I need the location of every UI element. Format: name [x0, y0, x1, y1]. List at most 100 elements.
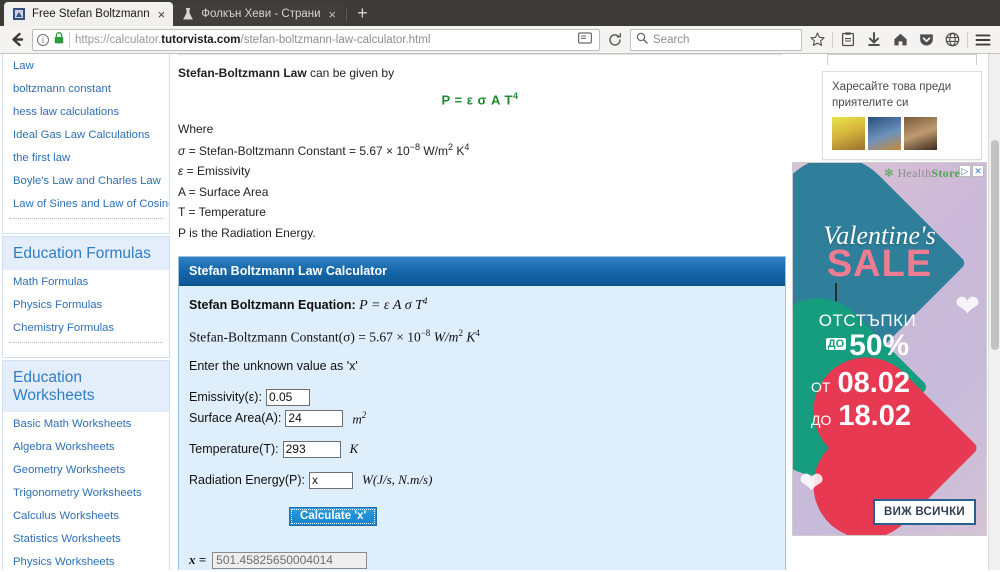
sidebar-item-geometry-worksheets[interactable]: Geometry Worksheets — [3, 458, 169, 481]
ad-info-icon[interactable]: ▷ — [959, 165, 971, 177]
sidebar-item-boltzmann-constant[interactable]: boltzmann constant — [3, 77, 169, 100]
surface-area-input[interactable] — [285, 409, 344, 427]
ad-brand-post: Store — [931, 166, 960, 180]
browser-window: Free Stefan Boltzmann × Фолкън Хеви - Ст… — [0, 0, 1000, 572]
emissivity-input[interactable] — [265, 388, 310, 406]
unit-exponent: 2 — [361, 409, 367, 420]
definition-power: P is the Radiation Energy. — [178, 225, 782, 242]
url-bar[interactable]: i https://calculator.tutorvista.com/stef… — [32, 28, 600, 51]
page-scrollbar[interactable] — [988, 54, 1000, 570]
temperature-unit: K — [349, 441, 359, 457]
definition-text: = Stefan-Boltzmann Constant = 5.67 × 10 — [185, 143, 410, 158]
calculator-hint: Enter the unknown value as 'x' — [189, 358, 358, 373]
article-body: Stefan-Boltzmann Law can be given by P =… — [178, 65, 782, 242]
url-divider — [69, 31, 70, 48]
definition-units: W/m — [420, 143, 448, 158]
calculator-button-row: Calculate 'x' — [189, 506, 775, 526]
tab-close-icon[interactable]: × — [156, 8, 168, 21]
radiation-energy-input[interactable] — [309, 471, 354, 489]
home-icon[interactable] — [889, 29, 911, 51]
sidebar-item-hess-law-calculations[interactable]: hess law calculations — [3, 100, 169, 123]
cupid-icon-bottom: ❤ — [799, 467, 825, 500]
ad-choices-valentine[interactable]: ▷ ✕ — [959, 165, 984, 177]
ad-close-icon[interactable]: ✕ — [972, 165, 984, 177]
calculator-result-row: x = — [189, 551, 775, 569]
facebook-like-widget[interactable]: Харесайте това преди приятелите си — [822, 71, 982, 161]
result-label: x = — [189, 552, 207, 568]
page-viewport: Law boltzmann constant hess law calculat… — [0, 54, 1000, 570]
temperature-input[interactable] — [282, 440, 341, 458]
navigation-toolbar: i https://calculator.tutorvista.com/stef… — [0, 26, 1000, 54]
back-button[interactable] — [6, 29, 28, 51]
search-icon — [636, 32, 648, 47]
right-rail: Харесайте това преди приятелите си ❄ Hea… — [792, 54, 1000, 570]
constant-units-2: K — [462, 329, 476, 345]
ad-date-from: ОТ 08.02 — [811, 367, 986, 400]
sidebar-item-law[interactable]: Law — [3, 54, 169, 77]
sidebar-heading-education-worksheets: Education Worksheets — [3, 361, 169, 412]
page-info-icon[interactable]: i — [37, 33, 49, 46]
url-scheme: https://calculator. — [75, 33, 162, 46]
definition-text: = Temperature — [185, 205, 266, 220]
downloads-icon[interactable] — [863, 29, 885, 51]
sidebar-item-physics-formulas[interactable]: Physics Formulas — [3, 293, 169, 316]
ad-cta-button[interactable]: ВИЖ ВСИЧКИ — [873, 499, 976, 525]
sidebar-item-basic-math-worksheets[interactable]: Basic Math Worksheets — [3, 412, 169, 435]
calculator-panel: Stefan Boltzmann Law Calculator Stefan B… — [178, 255, 786, 570]
definition-text: = Emissivity — [183, 164, 251, 179]
pocket-icon[interactable] — [915, 29, 937, 51]
ad-to-label: ДО — [811, 412, 832, 428]
field-row-surface-area: Surface Area(A): m2 — [189, 410, 775, 427]
temperature-label: Temperature(T): — [189, 442, 279, 457]
sidebar-item-algebra-worksheets[interactable]: Algebra Worksheets — [3, 435, 169, 458]
field-row-temperature: Temperature(T): K — [189, 440, 775, 458]
sidebar-item-calculus-worksheets[interactable]: Calculus Worksheets — [3, 504, 169, 527]
thumb-1[interactable] — [832, 117, 865, 151]
toolbar-divider-2 — [967, 31, 968, 48]
globe-icon[interactable] — [941, 29, 963, 51]
ad-brand-label: ❄ HealthStore — [884, 166, 960, 181]
content-top-rule — [178, 54, 782, 55]
sidebar-item-chemistry-formulas[interactable]: Chemistry Formulas — [3, 316, 169, 339]
ad-sale-text: SALE — [826, 243, 933, 285]
tab-stefan-boltzmann[interactable]: Free Stefan Boltzmann × — [4, 2, 174, 26]
article-intro-rest: can be given by — [306, 66, 395, 80]
sidebar-education-formulas: Education Formulas Math Formulas Physics… — [2, 236, 170, 358]
sidebar-education-worksheets: Education Worksheets Basic Math Workshee… — [2, 360, 170, 570]
constant-units: W/m — [430, 329, 459, 345]
ad-discount-prefix: ДО — [825, 338, 847, 350]
sidebar-item-the-first-law[interactable]: the first law — [3, 146, 169, 169]
sidebar-item-physics-worksheets[interactable]: Physics Worksheets — [3, 550, 169, 570]
search-input[interactable]: Search — [653, 34, 689, 46]
tab-close-icon[interactable]: × — [327, 8, 339, 21]
radiation-energy-unit: W(J/s, N.m/s) — [362, 472, 433, 488]
sidebar-item-ideal-gas-law-calculations[interactable]: Ideal Gas Law Calculations — [3, 123, 169, 146]
sidebar-item-law-of-sines-cosines[interactable]: Law of Sines and Law of Cosines — [3, 192, 169, 215]
scrollbar-thumb[interactable] — [991, 140, 999, 350]
sidebar-item-trigonometry-worksheets[interactable]: Trigonometry Worksheets — [3, 481, 169, 504]
sidebar-item-boyles-charles-law[interactable]: Boyle's Law and Charles Law — [3, 169, 169, 192]
valentines-sale-ad[interactable]: ❄ HealthStore ▷ ✕ Valentine's SALE ОТСТЪ… — [792, 162, 987, 536]
facebook-like-text: Харесайте това преди приятелите си — [832, 81, 952, 109]
thumb-3[interactable] — [904, 117, 937, 151]
reload-button[interactable] — [604, 29, 626, 51]
constant-label: Stefan-Boltzmann Constant(σ) = 5.67 × 10 — [189, 329, 421, 345]
definition-text: = Surface Area — [185, 184, 269, 199]
emissivity-label: Emissivity(ε): — [189, 390, 262, 405]
library-icon[interactable] — [837, 29, 859, 51]
tab-falcon-heavy[interactable]: Фолкън Хеви - Страни × — [173, 2, 345, 26]
tab-strip: Free Stefan Boltzmann × Фолкън Хеви - Ст… — [0, 0, 1000, 26]
bookmark-star-icon[interactable] — [806, 29, 828, 51]
field-row-emissivity: Emissivity(ε): — [189, 388, 775, 406]
search-bar[interactable]: Search — [630, 28, 802, 51]
menu-icon[interactable] — [972, 29, 994, 51]
ad-from-date: 08.02 — [837, 367, 911, 399]
reader-mode-icon[interactable] — [575, 32, 595, 47]
sidebar-item-math-formulas[interactable]: Math Formulas — [3, 270, 169, 293]
calculate-button[interactable]: Calculate 'x' — [289, 506, 378, 526]
sidebar-item-statistics-worksheets[interactable]: Statistics Worksheets — [3, 527, 169, 550]
thumb-2[interactable] — [868, 117, 901, 151]
url-domain: tutorvista.com — [161, 33, 241, 46]
result-output — [212, 551, 368, 569]
new-tab-button[interactable]: + — [349, 4, 376, 25]
